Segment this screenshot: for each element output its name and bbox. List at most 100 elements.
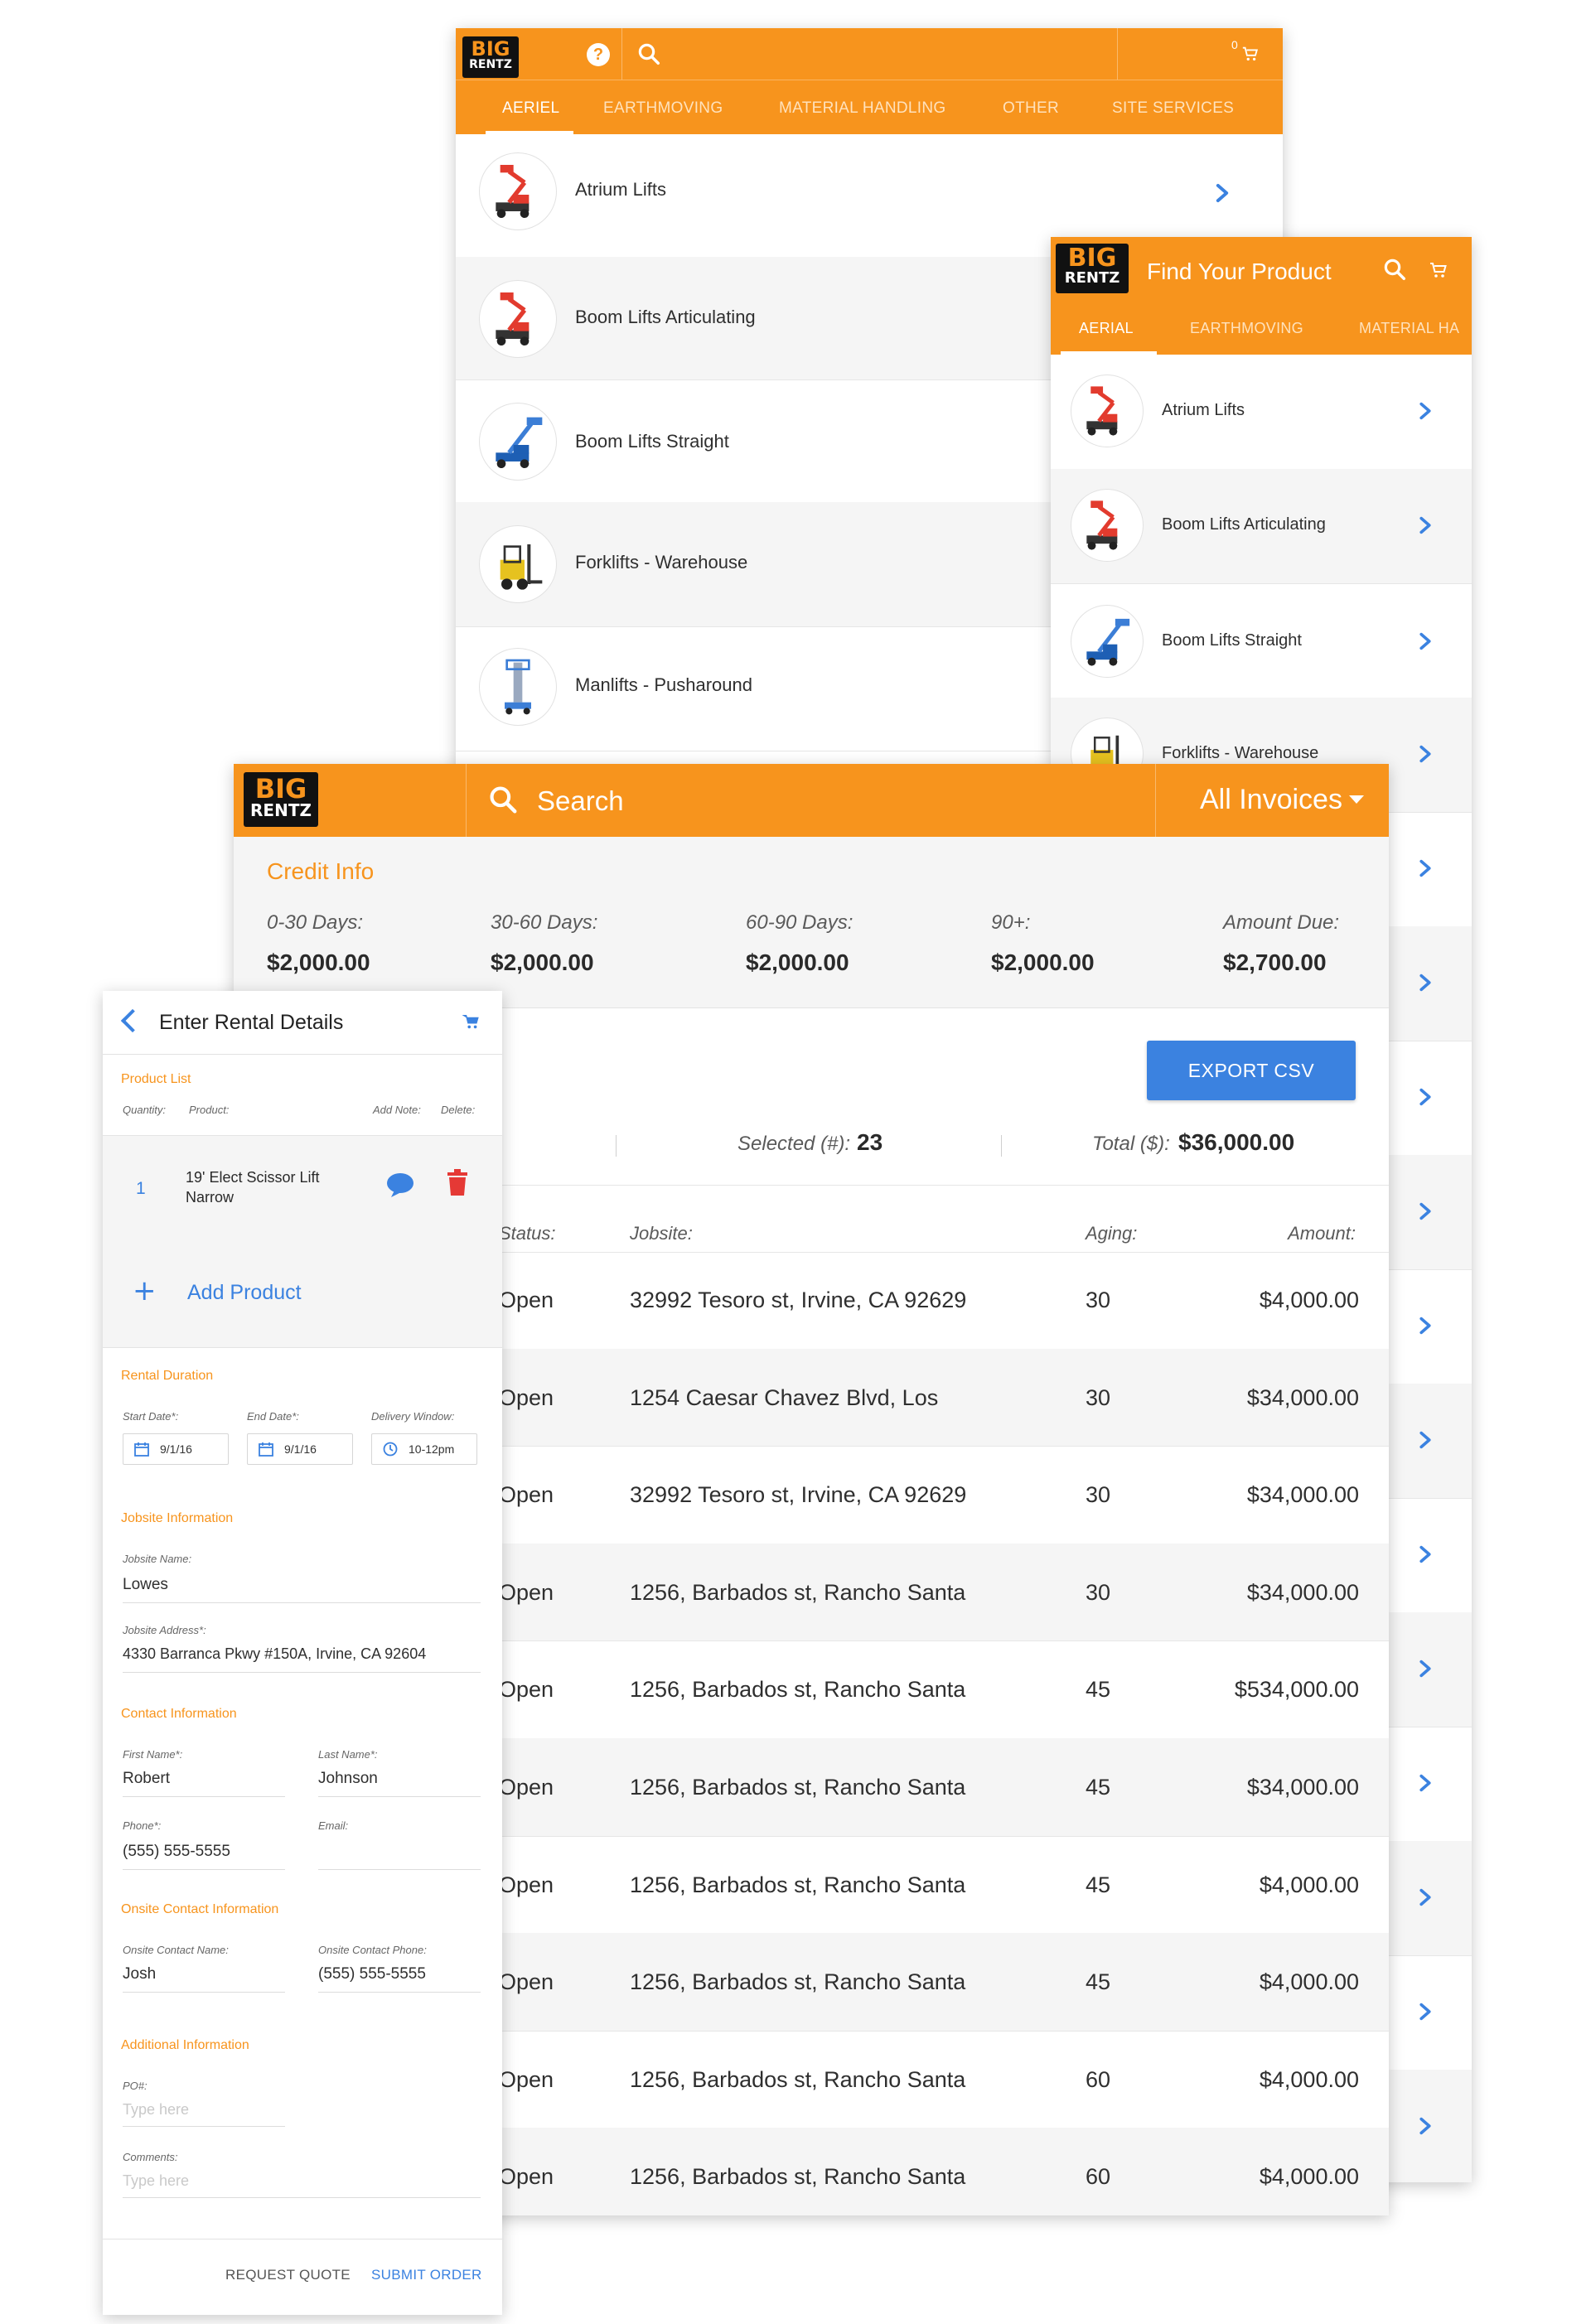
column-header-delete: Delete: xyxy=(441,1104,476,1116)
finder-header: BIG RENTZ Find Your Product AERIAL EARTH… xyxy=(1051,237,1472,355)
chevron-right-icon[interactable] xyxy=(1415,973,1435,993)
end-date-value: 9/1/16 xyxy=(284,1442,317,1456)
amount-cell: $34,000.00 xyxy=(1246,1579,1359,1605)
chevron-right-icon[interactable] xyxy=(1415,1087,1435,1107)
list-item[interactable]: Atrium Lifts xyxy=(1051,355,1472,470)
tab-site-services[interactable]: SITE SERVICES xyxy=(1112,99,1234,118)
email-input[interactable] xyxy=(318,1841,481,1867)
po-input[interactable]: Type here xyxy=(123,2101,189,2119)
search-icon[interactable] xyxy=(1382,257,1407,282)
chevron-right-icon[interactable] xyxy=(1415,1773,1435,1793)
credit-value-60-90: $2,000.00 xyxy=(746,949,849,975)
jobsite-cell: 1256, Barbados st, Rancho Santa xyxy=(630,1579,966,1605)
aging-cell: 45 xyxy=(1086,1969,1111,1995)
start-date-value: 9/1/16 xyxy=(160,1442,192,1456)
request-quote-button[interactable]: REQUEST QUOTE xyxy=(225,2267,351,2283)
last-name-input[interactable]: Johnson xyxy=(318,1770,378,1788)
brand-logo[interactable]: BIG RENTZ xyxy=(1056,244,1129,293)
aging-cell: 30 xyxy=(1086,1288,1111,1312)
aging-cell: 60 xyxy=(1086,2164,1111,2190)
start-date-field[interactable]: 9/1/16 xyxy=(123,1433,229,1465)
chevron-right-icon[interactable] xyxy=(1415,1430,1435,1450)
end-date-field[interactable]: 9/1/16 xyxy=(247,1433,353,1465)
product-thumbnail xyxy=(1071,605,1144,678)
chevron-right-icon[interactable] xyxy=(1415,1544,1435,1564)
onsite-phone-input[interactable]: (555) 555-5555 xyxy=(318,1965,426,1983)
forklift-icon xyxy=(485,531,551,597)
column-header-aging: Aging: xyxy=(1086,1223,1138,1244)
field-underline xyxy=(318,1796,481,1797)
product-quantity[interactable]: 1 xyxy=(136,1179,146,1199)
product-name-line2: Narrow xyxy=(186,1189,235,1205)
chevron-right-icon[interactable] xyxy=(1415,1316,1435,1336)
chevron-right-icon[interactable] xyxy=(1415,858,1435,878)
jobsite-name-input[interactable]: Lowes xyxy=(123,1576,168,1594)
chevron-right-icon[interactable] xyxy=(1415,631,1435,651)
comments-input[interactable]: Type here xyxy=(123,2172,189,2190)
onsite-name-input[interactable]: Josh xyxy=(123,1965,156,1983)
chevron-right-icon[interactable] xyxy=(1211,182,1233,204)
manlift-icon xyxy=(485,654,551,720)
chevron-right-icon[interactable] xyxy=(1415,1201,1435,1221)
chevron-right-icon[interactable] xyxy=(1415,401,1435,421)
add-note-chat-icon[interactable] xyxy=(384,1171,416,1199)
status-cell: Open xyxy=(499,2164,554,2190)
status-cell: Open xyxy=(499,1677,554,1703)
page-title: Enter Rental Details xyxy=(159,1011,344,1034)
aging-cell: 30 xyxy=(1086,1384,1111,1410)
chevron-right-icon[interactable] xyxy=(1415,2002,1435,2022)
status-cell: Open xyxy=(499,1579,554,1605)
add-product-button[interactable]: + Add Product xyxy=(103,1241,502,1348)
search-label[interactable]: Search xyxy=(537,785,624,817)
field-underline xyxy=(318,1869,481,1870)
tab-other[interactable]: OTHER xyxy=(1003,99,1059,118)
column-header-status: Status: xyxy=(499,1223,556,1244)
phone-input[interactable]: (555) 555-5555 xyxy=(123,1843,230,1861)
chevron-right-icon[interactable] xyxy=(1415,515,1435,535)
back-arrow-icon[interactable] xyxy=(120,1008,145,1033)
list-item-label: Atrium Lifts xyxy=(1162,401,1245,419)
delivery-window-field[interactable]: 10-12pm xyxy=(371,1433,477,1465)
delivery-window-value: 10-12pm xyxy=(409,1442,455,1456)
caret-down-icon[interactable] xyxy=(1349,795,1364,804)
rental-details-panel: Enter Rental Details Product List Quanti… xyxy=(103,991,502,2315)
tab-earthmoving[interactable]: EARTHMOVING xyxy=(603,99,723,118)
onsite-contact-title: Onsite Contact Information xyxy=(121,1902,279,1916)
search-icon[interactable] xyxy=(636,41,661,66)
chevron-right-icon[interactable] xyxy=(1415,1887,1435,1907)
first-name-input[interactable]: Robert xyxy=(123,1770,170,1788)
chevron-right-icon[interactable] xyxy=(1415,1659,1435,1679)
list-item[interactable]: Boom Lifts Straight xyxy=(1051,583,1472,698)
tab-aerial[interactable]: AERIAL xyxy=(1079,320,1134,337)
export-csv-button[interactable]: EXPORT CSV xyxy=(1147,1041,1356,1100)
search-icon[interactable] xyxy=(487,784,519,815)
submit-order-button[interactable]: SUBMIT ORDER xyxy=(371,2267,482,2283)
jobsite-address-input[interactable]: 4330 Barranca Pkwy #150A, Irvine, CA 926… xyxy=(123,1645,426,1663)
chevron-right-icon[interactable] xyxy=(1415,744,1435,764)
aging-cell: 45 xyxy=(1086,1677,1111,1703)
atrium-lift-icon xyxy=(1076,380,1138,442)
help-icon[interactable]: ? xyxy=(587,43,610,66)
product-thumbnail xyxy=(479,280,557,358)
trash-icon[interactable] xyxy=(446,1167,469,1197)
selection-divider xyxy=(616,1135,617,1157)
chevron-right-icon[interactable] xyxy=(1415,2116,1435,2136)
cart-icon[interactable] xyxy=(462,1012,481,1031)
tab-earthmoving[interactable]: EARTHMOVING xyxy=(1190,320,1303,337)
tab-aeriel[interactable]: AERIEL xyxy=(502,99,559,118)
brand-logo[interactable]: BIG RENTZ xyxy=(462,36,519,78)
cart-icon[interactable] xyxy=(1241,45,1260,63)
invoice-filter-select[interactable]: All Invoices xyxy=(1200,784,1342,816)
tab-material-handling[interactable]: MATERIAL HANDLING xyxy=(779,99,945,118)
amount-cell: $4,000.00 xyxy=(1259,1872,1359,1897)
product-thumbnail xyxy=(1071,489,1144,562)
jobsite-cell: 1256, Barbados st, Rancho Santa xyxy=(630,1775,966,1800)
list-item[interactable]: Boom Lifts Articulating xyxy=(1051,469,1472,584)
cart-icon[interactable] xyxy=(1429,260,1448,280)
tab-material-handling[interactable]: MATERIAL HA xyxy=(1359,320,1459,337)
logo-text-top: BIG xyxy=(254,773,307,804)
brand-logo[interactable]: BIG RENTZ xyxy=(244,772,318,827)
export-csv-label: EXPORT CSV xyxy=(1187,1060,1315,1081)
aging-cell: 45 xyxy=(1086,1775,1111,1800)
header-divider xyxy=(621,28,622,80)
